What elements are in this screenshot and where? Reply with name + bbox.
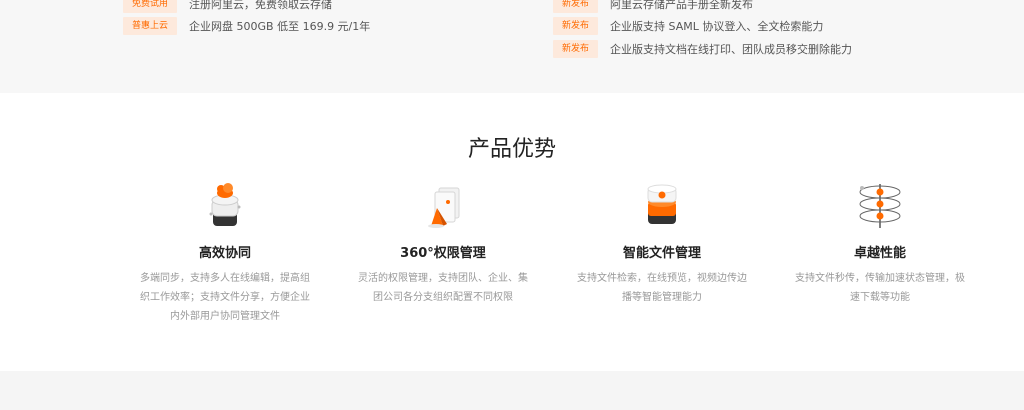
promo-item[interactable]: 新发布 阿里云存储产品手册全新发布	[553, 0, 753, 13]
promo-text[interactable]: 企业网盘 500GB 低至 169.9 元/1年	[189, 18, 370, 34]
feature-description: 支持文件秒传，传输加速状态管理，极速下载等功能	[795, 273, 965, 303]
promo-tag: 新发布	[553, 40, 599, 58]
promo-item[interactable]: 免费试用 注册阿里云，免费领取云存储	[123, 0, 332, 13]
feature-card-permission: 360°权限管理 灵活的权限管理，支持团队、企业、集团公司各分支组织配置不同权限	[353, 180, 533, 307]
promo-text[interactable]: 阿里云存储产品手册全新发布	[610, 0, 753, 12]
promo-text[interactable]: 注册阿里云，免费领取云存储	[189, 0, 332, 12]
promo-strip	[0, 0, 1024, 93]
feature-description: 灵活的权限管理，支持团队、企业、集团公司各分支组织配置不同权限	[358, 273, 528, 303]
promo-tag: 新发布	[553, 17, 599, 35]
feature-card-file-manage: 智能文件管理 支持文件检索，在线预览，视频边传边播等智能管理能力	[572, 180, 752, 307]
feature-title: 卓越性能	[853, 246, 906, 261]
feature-description: 多端同步，支持多人在线编辑，提高组织工作效率；支持文件分享，方便企业内外部用户协…	[140, 273, 310, 322]
feature-card-collab: 高效协同 多端同步，支持多人在线编辑，提高组织工作效率；支持文件分享，方便企业内…	[135, 180, 315, 326]
cloud-collab-icon	[135, 180, 315, 232]
promo-item[interactable]: 普惠上云 企业网盘 500GB 低至 169.9 元/1年	[123, 17, 370, 35]
promo-tag: 普惠上云	[123, 17, 178, 35]
permission-icon	[353, 180, 533, 232]
file-manage-icon	[572, 180, 752, 232]
promo-item[interactable]: 新发布 企业版支持文档在线打印、团队成员移交删除能力	[553, 40, 852, 58]
next-section-strip	[0, 371, 1024, 410]
promo-text[interactable]: 企业版支持文档在线打印、团队成员移交删除能力	[610, 41, 852, 57]
feature-description: 支持文件检索，在线预览，视频边传边播等智能管理能力	[577, 273, 747, 303]
promo-tag: 免费试用	[123, 0, 178, 13]
performance-icon	[790, 180, 970, 232]
feature-card-performance: 卓越性能 支持文件秒传，传输加速状态管理，极速下载等功能	[790, 180, 970, 307]
promo-tag: 新发布	[553, 0, 599, 13]
promo-item[interactable]: 新发布 企业版支持 SAML 协议登入、全文检索能力	[553, 17, 823, 35]
feature-title: 智能文件管理	[622, 246, 701, 261]
promo-text[interactable]: 企业版支持 SAML 协议登入、全文检索能力	[610, 18, 823, 34]
feature-title: 高效协同	[198, 246, 251, 261]
section-title: 产品优势	[467, 137, 556, 162]
feature-title: 360°权限管理	[400, 246, 486, 261]
